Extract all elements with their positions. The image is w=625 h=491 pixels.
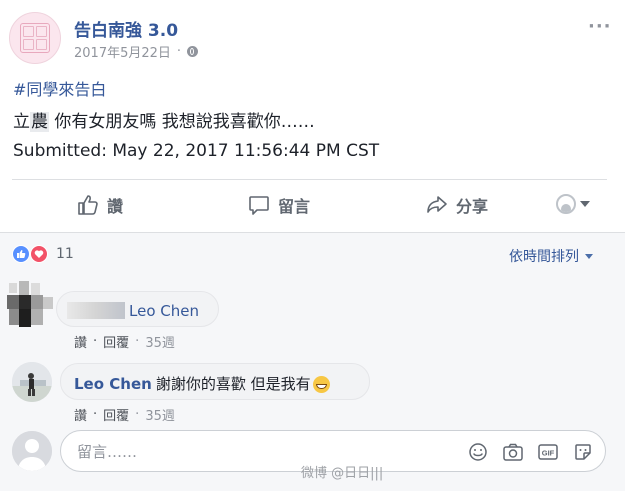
comment-bubble: Leo Chen 謝謝你的喜歡 但是我有 <box>60 363 370 400</box>
leo-chen-avatar[interactable] <box>12 362 52 402</box>
globe-icon <box>187 46 199 57</box>
comment-like-link[interactable]: 讚 <box>74 405 87 424</box>
grinning-emoji-icon <box>312 376 330 393</box>
separator-dot: · <box>135 407 140 422</box>
love-reaction-icon <box>30 245 48 263</box>
comment-reply-link[interactable]: 回覆 <box>103 332 129 351</box>
comment-time[interactable]: 35週 <box>145 405 175 424</box>
comment-reply-link[interactable]: 回覆 <box>103 405 129 424</box>
divider <box>12 179 607 180</box>
thumbs-up-icon <box>77 194 99 216</box>
comment-author-link[interactable]: Leo Chen <box>129 302 199 320</box>
page-avatar[interactable] <box>9 12 61 64</box>
post-date[interactable]: 2017年5月22日 <box>74 42 171 61</box>
comment-input[interactable] <box>75 441 459 463</box>
submitted-line: Submitted: May 22, 2017 11:56:44 PM CST <box>13 141 380 161</box>
svg-text:GIF: GIF <box>542 449 555 458</box>
weibo-watermark: 微博 @日日||| <box>301 466 384 481</box>
like-label: 讚 <box>107 197 124 216</box>
profile-icon <box>556 194 576 214</box>
post-text-rest: 你有女朋友嗎 我想說我喜歡你…… <box>49 112 315 132</box>
separator-dot: · <box>93 334 98 349</box>
post-as-selector[interactable] <box>556 194 590 214</box>
camera-icon[interactable] <box>502 442 524 462</box>
censored-avatar[interactable] <box>7 279 53 327</box>
share-label: 分享 <box>456 197 489 216</box>
comment-label: 留言 <box>278 197 311 216</box>
page-logo <box>20 23 50 53</box>
gif-icon[interactable]: GIF <box>537 442 559 462</box>
sort-dropdown[interactable]: 依時間排列 <box>509 246 593 266</box>
share-arrow-icon <box>426 194 448 216</box>
more-options-icon[interactable]: ··· <box>588 16 612 37</box>
comment-like-link[interactable]: 讚 <box>74 332 87 351</box>
reactions-summary[interactable]: 11 <box>12 245 74 263</box>
censored-name-block <box>67 302 125 319</box>
like-button[interactable]: 讚 <box>77 190 123 220</box>
comment-time[interactable]: 35週 <box>145 332 175 351</box>
hashtag-link[interactable]: #同學來告白 <box>13 76 106 100</box>
emoji-icon[interactable] <box>467 442 489 462</box>
comment-actions: 讚 · 回覆 · 35週 <box>74 405 175 424</box>
comment-text: 謝謝你的喜歡 但是我有 <box>155 375 311 393</box>
current-user-avatar[interactable] <box>12 431 52 471</box>
caret-down-icon <box>585 253 593 259</box>
post-meta: 2017年5月22日 · <box>74 42 199 61</box>
speech-bubble-icon <box>248 194 270 216</box>
tagged-name[interactable]: 農 <box>30 112 49 132</box>
like-reaction-icon <box>12 245 30 263</box>
share-button[interactable]: 分享 <box>426 190 488 220</box>
sticker-icon[interactable] <box>572 442 594 462</box>
comment-bubble: Leo Chen <box>56 291 219 327</box>
sort-label: 依時間排列 <box>509 249 579 265</box>
comment-button[interactable]: 留言 <box>248 190 310 220</box>
reaction-count: 11 <box>56 246 74 262</box>
post-text-prefix: 立 <box>13 112 30 132</box>
separator-dot: · <box>93 407 98 422</box>
post-text: 立農 你有女朋友嗎 我想說我喜歡你…… <box>13 107 315 132</box>
comment-actions: 讚 · 回覆 · 35週 <box>74 332 175 351</box>
separator-dot: · <box>135 334 140 349</box>
meta-separator: · <box>176 44 182 59</box>
caret-down-icon <box>580 201 590 207</box>
comment-author-link[interactable]: Leo Chen <box>74 375 152 393</box>
page-name-link[interactable]: 告白南強 3.0 <box>74 16 178 41</box>
